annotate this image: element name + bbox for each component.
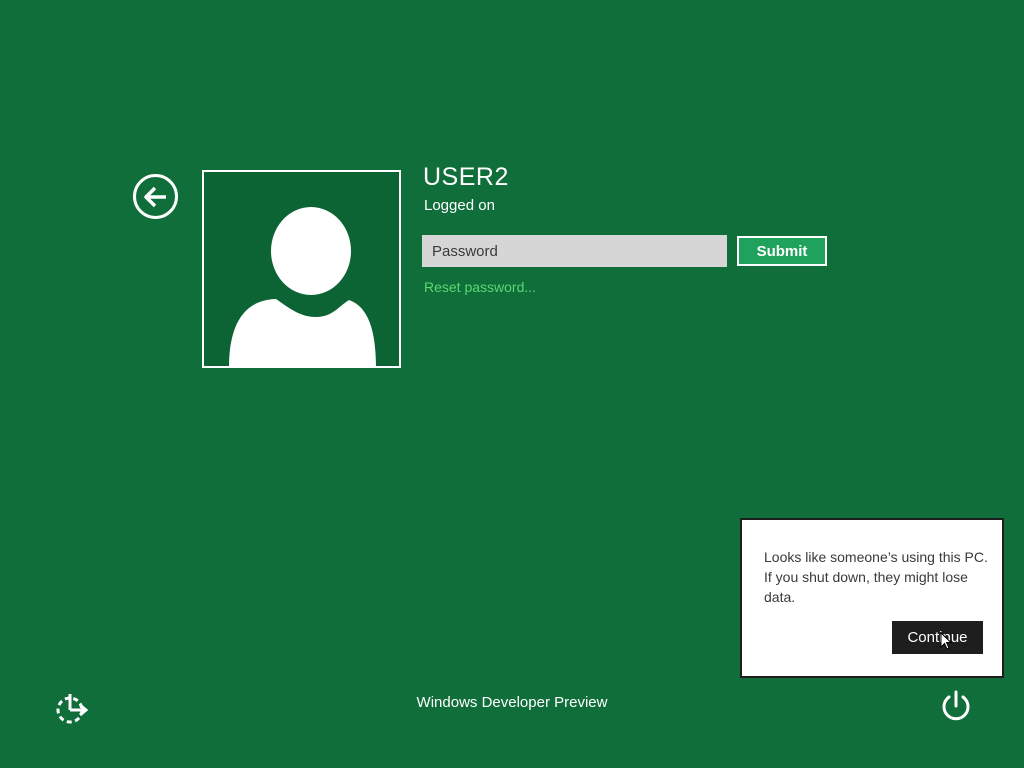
- password-field[interactable]: [422, 235, 727, 267]
- lock-screen: USER2 Logged on Submit Reset password...…: [0, 0, 1024, 768]
- dialog-message: Looks like someone’s using this PC. If y…: [764, 549, 988, 605]
- user-name: USER2: [423, 163, 509, 191]
- power-icon[interactable]: [940, 689, 972, 723]
- submit-button[interactable]: Submit: [737, 236, 827, 266]
- user-silhouette-icon: [229, 207, 376, 366]
- back-arrow-icon: [143, 186, 166, 207]
- continue-button[interactable]: Continue: [892, 621, 983, 654]
- avatar: [202, 170, 401, 368]
- user-status: Logged on: [424, 197, 495, 214]
- back-button[interactable]: [133, 174, 178, 219]
- reset-password-link[interactable]: Reset password...: [424, 279, 536, 295]
- shutdown-warning-dialog: Looks like someone’s using this PC. If y…: [740, 518, 1004, 678]
- os-brand-label: Windows Developer Preview: [416, 694, 608, 711]
